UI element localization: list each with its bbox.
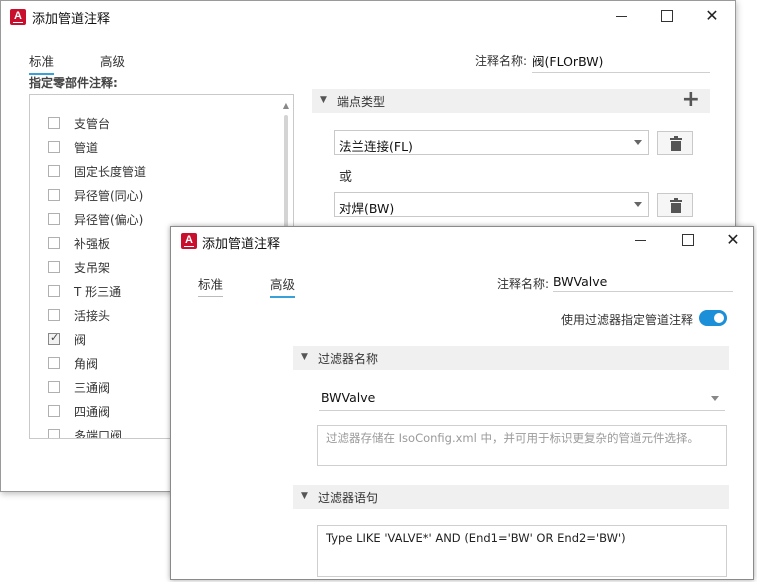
annotation-name-field[interactable]: BWValve [553,274,733,292]
tab-standard[interactable]: 标准 [198,274,224,297]
autocad-app-icon: A [10,9,26,25]
checkbox[interactable] [48,261,60,273]
title-bar: A 添加管道注释 ✕ [1,1,735,31]
maximize-button[interactable] [672,228,702,252]
annotation-name-field[interactable]: 阀(FLOrBW) [532,51,710,73]
list-item[interactable]: 固定长度管道 [48,161,278,181]
filter-name-select[interactable]: BWValve [319,385,725,411]
list-item[interactable]: 管道 [48,137,278,157]
filter-statement-section-header[interactable]: ▼ 过滤器语句 [293,485,729,509]
delete-button[interactable] [657,131,693,155]
delete-button[interactable] [657,193,693,217]
minimize-button[interactable] [625,228,655,252]
chevron-down-icon [634,140,642,145]
checkbox[interactable] [48,165,60,177]
close-button[interactable]: ✕ [718,228,748,252]
endpoint-type-select-1[interactable]: 法兰连接(FL) [334,130,649,155]
window-title: 添加管道注释 [32,12,111,27]
list-item[interactable]: 异径管(同心) [48,185,278,205]
close-button[interactable]: ✕ [697,4,727,28]
filter-hint-text: 过滤器存储在 IsoConfig.xml 中，并可用于标识更复杂的管道元件选择。 [317,425,727,466]
checkbox[interactable] [48,117,60,129]
list-item[interactable]: 支管台 [48,113,278,133]
title-bar: A 添加管道注释 ✕ [171,227,753,257]
select-value: 法兰连接(FL) [339,139,413,154]
annotation-name-label: 注释名称: [497,277,550,291]
collapse-triangle-icon[interactable]: ▼ [320,95,327,105]
checkbox[interactable] [48,285,60,297]
filter-toggle-switch[interactable] [699,310,727,326]
checkbox[interactable] [48,189,60,201]
checkbox[interactable] [48,309,60,321]
checkbox[interactable] [48,237,60,249]
checkbox[interactable] [48,357,60,369]
checkbox[interactable] [48,141,60,153]
select-value: 对焊(BW) [339,201,395,216]
tab-advanced[interactable]: 高级 [100,51,125,73]
collapse-triangle-icon[interactable]: ▼ [301,491,308,501]
window-title: 添加管道注释 [202,237,281,252]
checkbox[interactable] [48,405,60,417]
chevron-down-icon [634,202,642,207]
trash-icon [670,136,682,151]
or-label: 或 [339,170,353,185]
filter-statement-input[interactable]: Type LIKE 'VALVE*' AND (End1='BW' OR End… [317,525,727,577]
checkbox-checked[interactable] [48,331,60,345]
add-icon[interactable]: + [682,89,700,111]
section-title: 过滤器语句 [318,491,379,505]
section-title: 过滤器名称 [318,352,379,366]
filter-toggle-label: 使用过滤器指定管道注释 [561,313,694,327]
tab-standard[interactable]: 标准 [29,51,55,75]
parts-label: 指定零部件注释: [29,76,118,90]
autocad-app-icon: A [181,233,197,249]
checkbox[interactable] [48,381,60,393]
endpoint-type-section-header[interactable]: ▼ 端点类型 + [312,89,710,113]
maximize-button[interactable] [651,4,681,28]
section-title: 端点类型 [337,95,386,109]
select-value: BWValve [321,390,376,405]
checkbox[interactable] [48,213,60,225]
filter-name-section-header[interactable]: ▼ 过滤器名称 [293,346,729,370]
trash-icon [670,198,682,213]
minimize-button[interactable] [606,4,636,28]
checkbox[interactable] [48,429,60,438]
collapse-triangle-icon[interactable]: ▼ [301,352,308,362]
endpoint-type-select-2[interactable]: 对焊(BW) [334,192,649,217]
annotation-name-label: 注释名称: [475,54,528,68]
tab-advanced[interactable]: 高级 [270,274,296,298]
scroll-up-icon[interactable]: ▲ [281,101,291,110]
add-annotation-dialog-advanced: A 添加管道注释 ✕ 标准 高级 注释名称: BWValve 使用过滤器指定管道… [170,226,754,580]
chevron-down-icon [711,396,719,401]
